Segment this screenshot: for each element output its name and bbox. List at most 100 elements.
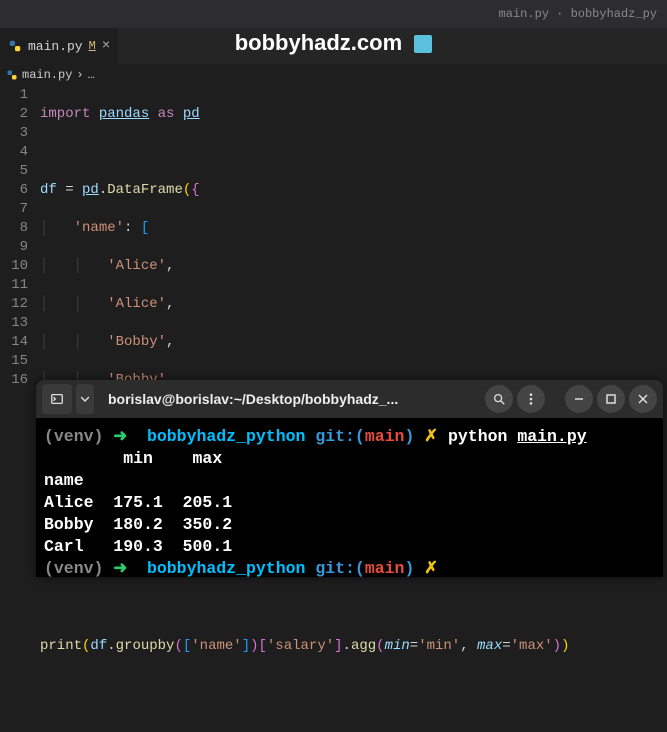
keyword-import: import	[40, 106, 90, 122]
comma: ,	[166, 258, 174, 274]
line-number: 16	[0, 371, 28, 390]
line-number: 11	[0, 276, 28, 295]
line-number: 12	[0, 295, 28, 314]
op-eq: =	[502, 638, 510, 654]
output-header: min max	[44, 449, 222, 468]
prompt-dirty-icon: ✗	[424, 427, 438, 446]
alias-pd: pd	[183, 106, 200, 122]
line-number: 4	[0, 143, 28, 162]
key-name: 'name'	[74, 220, 124, 236]
maximize-icon	[606, 394, 616, 404]
fn-agg: agg	[351, 638, 376, 654]
terminal-menu-button[interactable]	[517, 385, 545, 413]
fn-groupby: groupby	[116, 638, 175, 654]
str-salary: 'salary'	[267, 638, 334, 654]
search-icon	[492, 392, 506, 406]
comma: ,	[166, 296, 174, 312]
colon: :	[124, 220, 132, 236]
var-df: df	[40, 182, 57, 198]
var-df: df	[90, 638, 107, 654]
ref-pd: pd	[82, 182, 99, 198]
close-icon	[638, 394, 648, 404]
line-number: 10	[0, 257, 28, 276]
prompt-venv: (venv)	[44, 427, 103, 446]
kebab-icon	[524, 392, 538, 406]
breadcrumb-more: …	[88, 68, 95, 82]
terminal-new-tab-button[interactable]	[42, 384, 72, 414]
cmd-file: main.py	[517, 427, 586, 446]
terminal-title: borislav@borislav:~/Desktop/bobbyhadz_..…	[98, 391, 481, 407]
terminal-body[interactable]: (venv) ➜ bobbyhadz_python git:(main) ✗ p…	[36, 418, 663, 577]
param-max: max	[477, 638, 502, 654]
breadcrumb-separator: ›	[76, 68, 83, 82]
terminal-minimize-button[interactable]	[565, 385, 593, 413]
str-max: 'max'	[511, 638, 553, 654]
op-dot: .	[99, 182, 107, 198]
prompt-git-close: )	[404, 559, 414, 577]
tab-main-py[interactable]: main.py M ×	[0, 28, 119, 64]
line-number: 9	[0, 238, 28, 257]
terminal-dropdown-button[interactable]	[76, 384, 94, 414]
line-number: 5	[0, 162, 28, 181]
tab-close-icon[interactable]: ×	[102, 38, 110, 54]
terminal-maximize-button[interactable]	[597, 385, 625, 413]
breadcrumb-file: main.py	[22, 68, 72, 82]
window-title-bar: main.py · bobbyhadz_py	[0, 0, 667, 28]
terminal-search-button[interactable]	[485, 385, 513, 413]
line-number: 7	[0, 200, 28, 219]
str-bobby: 'Bobby'	[107, 334, 166, 350]
fn-dataframe: DataFrame	[107, 182, 183, 198]
brace-open: {	[191, 182, 199, 198]
str-alice: 'Alice'	[107, 258, 166, 274]
module-pandas: pandas	[99, 106, 149, 122]
prompt-git: git:(	[315, 559, 365, 577]
prompt-branch: main	[365, 427, 405, 446]
prompt-git-close: )	[404, 427, 414, 446]
str-alice: 'Alice'	[107, 296, 166, 312]
comma: ,	[460, 638, 468, 654]
minimize-icon	[574, 394, 584, 404]
prompt-arrow: ➜	[113, 427, 127, 446]
str-min: 'min'	[418, 638, 460, 654]
line-number: 2	[0, 105, 28, 124]
prompt-branch: main	[365, 559, 405, 577]
chevron-down-icon	[81, 395, 89, 403]
window-title: main.py · bobbyhadz_py	[499, 7, 657, 21]
breadcrumb[interactable]: main.py › …	[0, 64, 667, 86]
param-min: min	[385, 638, 410, 654]
output-row: Bobby 180.2 350.2	[44, 515, 232, 534]
line-number: 6	[0, 181, 28, 200]
python-icon	[8, 39, 22, 53]
terminal-window: borislav@borislav:~/Desktop/bobbyhadz_..…	[36, 380, 663, 577]
line-number: 13	[0, 314, 28, 333]
str-name: 'name'	[191, 638, 241, 654]
prompt-git: git:(	[315, 427, 365, 446]
prompt-dir: bobbyhadz_python	[147, 559, 305, 577]
keyword-as: as	[158, 106, 175, 122]
python-icon	[6, 69, 18, 81]
cmd-python: python	[448, 427, 507, 446]
prompt-venv: (venv)	[44, 559, 103, 577]
terminal-icon	[50, 392, 64, 406]
line-number: 14	[0, 333, 28, 352]
output-row: Alice 175.1 205.1	[44, 493, 232, 512]
output-name-row: name	[44, 471, 84, 490]
output-row: Carl 190.3 500.1	[44, 537, 232, 556]
line-number: 3	[0, 124, 28, 143]
line-number: 1	[0, 86, 28, 105]
line-number: 15	[0, 352, 28, 371]
op-eq: =	[410, 638, 418, 654]
prompt-dirty-icon: ✗	[424, 559, 438, 577]
prompt-arrow: ➜	[113, 559, 127, 577]
line-gutter: 1 2 3 4 5 6 7 8 9 10 11 12 13 14 15 16	[0, 86, 40, 732]
op-eq: =	[65, 182, 73, 198]
terminal-header: borislav@borislav:~/Desktop/bobbyhadz_..…	[36, 380, 663, 418]
terminal-close-button[interactable]	[629, 385, 657, 413]
comma: ,	[166, 334, 174, 350]
bracket-open: [	[141, 220, 149, 236]
tab-filename: main.py	[28, 39, 83, 54]
tab-modified-marker: M	[89, 39, 96, 53]
fn-print: print	[40, 638, 82, 654]
line-number: 8	[0, 219, 28, 238]
tab-bar: main.py M ×	[0, 28, 667, 64]
